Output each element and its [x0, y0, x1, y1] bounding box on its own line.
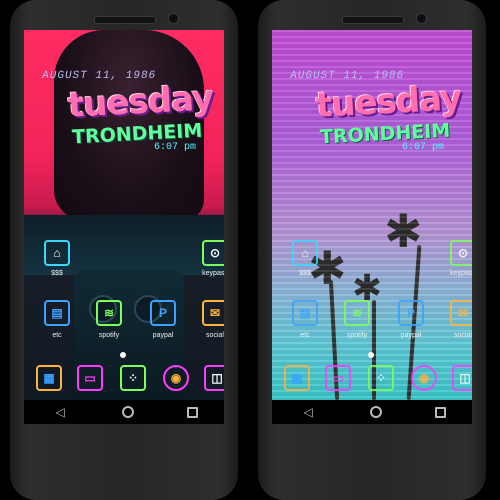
house-icon[interactable]: ⌂	[292, 240, 318, 266]
chat-icon[interactable]: ▭	[325, 365, 351, 391]
app-label-keypass: keypass	[202, 270, 224, 277]
chrome-icon[interactable]: ◉	[411, 365, 437, 391]
chrome-icon[interactable]: ◉	[163, 365, 189, 391]
app-label-social: social	[454, 332, 472, 339]
phone-right: ✱ ✱ ✱ AUGUST 11, 1986 tuesday TRONDHEIM …	[258, 0, 486, 500]
earpiece-speaker	[342, 16, 404, 24]
widget-day[interactable]: tuesday	[67, 78, 214, 126]
envelope-icon[interactable]: ✉	[450, 300, 472, 326]
home-screen-right: ✱ ✱ ✱ AUGUST 11, 1986 tuesday TRONDHEIM …	[272, 30, 472, 400]
document-icon[interactable]: ▤	[292, 300, 318, 326]
app-label-spotify: spotify	[346, 332, 368, 339]
app-label-paypal: paypal	[400, 332, 422, 339]
calculator-icon[interactable]: ▦	[284, 365, 310, 391]
app-label-etc: etc	[52, 332, 62, 339]
navigation-bar: ◁	[272, 400, 472, 424]
back-icon[interactable]: ◁	[50, 405, 70, 419]
home-circle-icon[interactable]	[370, 406, 383, 418]
house-icon[interactable]: ⌂	[44, 240, 70, 266]
widget-time[interactable]: 6:07 pm	[154, 142, 196, 153]
home-circle-icon[interactable]	[122, 406, 135, 418]
widget-day[interactable]: tuesday	[315, 78, 462, 126]
recents-icon[interactable]	[434, 406, 446, 418]
widget-time[interactable]: 6:07 pm	[402, 142, 444, 153]
app-label-social: social	[206, 332, 224, 339]
front-camera	[416, 13, 427, 24]
envelope-icon[interactable]: ✉	[202, 300, 224, 326]
chat-icon[interactable]: ▭	[77, 365, 103, 391]
recents-icon[interactable]	[186, 406, 198, 418]
app-drawer-icon[interactable]: ⁘	[120, 365, 146, 391]
home-screen-left: AUGUST 11, 1986 tuesday TRONDHEIM 6:07 p…	[24, 30, 224, 400]
app-label-etc: etc	[300, 332, 310, 339]
page-indicator	[120, 352, 126, 358]
front-camera	[168, 13, 179, 24]
widget-date: AUGUST 11, 1986	[288, 70, 406, 82]
back-icon[interactable]: ◁	[298, 405, 318, 419]
app-label-keypass: keypass	[450, 270, 472, 277]
phone-left: AUGUST 11, 1986 tuesday TRONDHEIM 6:07 p…	[10, 0, 238, 500]
earpiece-speaker	[94, 16, 156, 24]
navigation-bar: ◁	[24, 400, 224, 424]
app-label-spotify: spotify	[98, 332, 120, 339]
page-indicator	[368, 352, 374, 358]
camera-icon[interactable]: ◫	[452, 365, 472, 391]
keyhole-icon[interactable]: ⊙	[202, 240, 224, 266]
paypal-icon[interactable]: P	[398, 300, 424, 326]
calculator-icon[interactable]: ▦	[36, 365, 62, 391]
paypal-icon[interactable]: P	[150, 300, 176, 326]
app-label-home: $$$	[51, 270, 63, 277]
app-drawer-icon[interactable]: ⁘	[368, 365, 394, 391]
widget-date: AUGUST 11, 1986	[40, 70, 158, 82]
app-label-home: $$$	[299, 270, 311, 277]
document-icon[interactable]: ▤	[44, 300, 70, 326]
spotify-icon[interactable]: ≋	[96, 300, 122, 326]
camera-icon[interactable]: ◫	[204, 365, 224, 391]
keyhole-icon[interactable]: ⊙	[450, 240, 472, 266]
app-label-paypal: paypal	[152, 332, 174, 339]
spotify-icon[interactable]: ≋	[344, 300, 370, 326]
